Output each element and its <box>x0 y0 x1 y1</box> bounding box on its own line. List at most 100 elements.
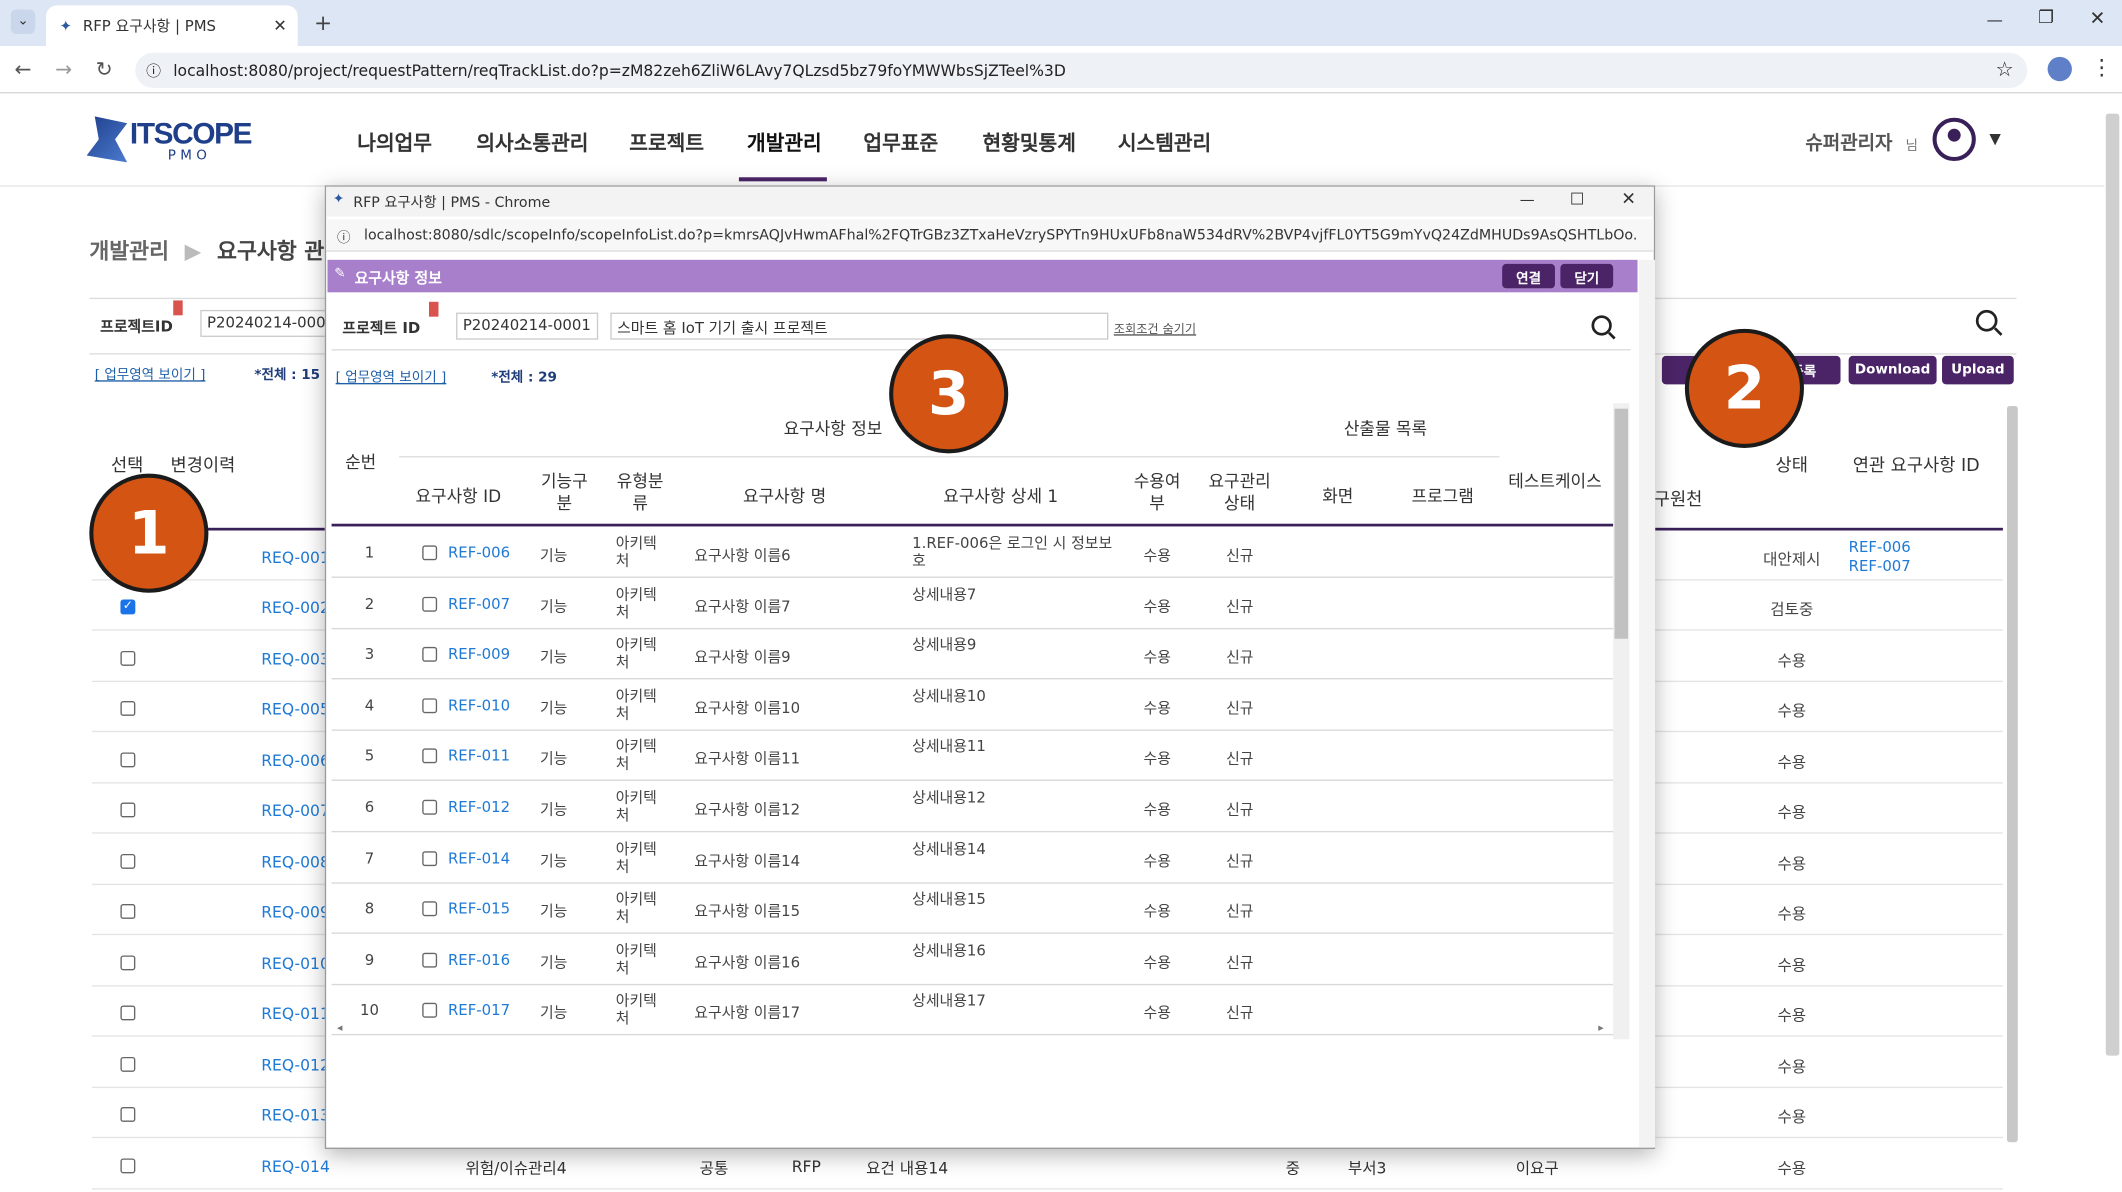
page-scrollbar[interactable] <box>2105 113 2120 1056</box>
project-id-field[interactable]: P20240214-0001 <box>200 309 336 337</box>
popup-row-id-link[interactable]: REF-014 <box>448 849 529 867</box>
popup-row-type: 아키텍처 <box>615 534 657 570</box>
popup-hscroll-left-icon[interactable]: ◂ <box>337 1022 342 1034</box>
row-checkbox[interactable] <box>120 752 136 768</box>
minimize-icon[interactable]: — <box>1987 11 2003 30</box>
popup-row-id-link[interactable]: REF-006 <box>448 544 529 562</box>
col-header-id: 요구사항 ID <box>415 485 502 507</box>
profile-icon[interactable] <box>2047 56 2072 82</box>
popup-row-checkbox[interactable] <box>422 850 438 866</box>
menu-development[interactable]: 개발관리 <box>747 129 822 157</box>
tab-list-chevron-icon[interactable]: ⌄ <box>10 9 36 34</box>
popup-row-checkbox[interactable] <box>422 799 438 815</box>
browser-menu-icon[interactable]: ⋮ <box>2091 54 2113 80</box>
bookmark-star-icon[interactable]: ☆ <box>1996 57 2014 81</box>
popup-row-checkbox[interactable] <box>422 698 438 713</box>
menu-standards[interactable]: 업무표준 <box>863 129 938 157</box>
popup-row-id-link[interactable]: REF-007 <box>448 595 529 613</box>
back-icon[interactable]: ← <box>8 57 38 81</box>
row-checkbox[interactable]: ✓ <box>120 599 136 615</box>
restore-icon[interactable]: ❐ <box>2038 8 2054 28</box>
requirement-id-link[interactable]: REQ-009 <box>261 903 330 922</box>
row-checkbox[interactable] <box>120 802 136 818</box>
popup-row-id-link[interactable]: REF-017 <box>448 1002 529 1020</box>
requirement-id-link[interactable]: REQ-010 <box>261 954 330 973</box>
menu-system[interactable]: 시스템관리 <box>1118 129 1211 157</box>
popup-close-icon[interactable]: ✕ <box>1621 189 1636 209</box>
popup-outer-scrollbar[interactable] <box>1638 259 1656 1148</box>
popup-row-id-link[interactable]: REF-010 <box>448 697 529 715</box>
requirement-id-link[interactable]: REQ-008 <box>261 853 330 872</box>
requirement-id-link[interactable]: REQ-001 <box>261 548 330 567</box>
requirement-id-link[interactable]: REQ-013 <box>261 1106 330 1125</box>
address-bar[interactable]: ⓘ localhost:8080/project/requestPattern/… <box>135 52 2028 88</box>
upload-button[interactable]: Upload <box>1942 355 2014 385</box>
toggle-area-link[interactable]: [ 업무영역 보이기 ] <box>95 363 206 383</box>
requirement-id-link[interactable]: REQ-012 <box>261 1056 330 1075</box>
requirement-id-link[interactable]: REQ-011 <box>261 1004 330 1023</box>
table-right-scrollbar[interactable] <box>2006 405 2018 1143</box>
popup-row-checkbox[interactable] <box>422 545 438 561</box>
row-checkbox[interactable] <box>120 904 136 919</box>
popup-row-func: 기능 <box>539 546 568 565</box>
close-button[interactable]: 닫기 <box>1560 263 1614 289</box>
requirement-id-link[interactable]: REQ-014 <box>261 1157 330 1176</box>
related-requirement-link[interactable]: REF-007 <box>1849 558 1911 576</box>
popup-row-checkbox[interactable] <box>422 748 438 764</box>
related-requirement-link[interactable]: REF-006 <box>1849 539 1911 557</box>
popup-table-scrollbar-thumb[interactable] <box>1614 408 1629 639</box>
popup-row-id-link[interactable]: REF-012 <box>448 798 529 816</box>
popup-project-name-field[interactable]: 스마트 홈 IoT 기기 출시 프로젝트 <box>610 312 1109 340</box>
requirement-id-link[interactable]: REQ-003 <box>261 650 330 669</box>
avatar-icon[interactable] <box>1932 117 1976 162</box>
popup-row-id-link[interactable]: REF-011 <box>448 748 529 766</box>
popup-row-checkbox[interactable] <box>422 647 438 663</box>
popup-row-id-link[interactable]: REF-009 <box>448 646 529 664</box>
popup-hscroll-right-icon[interactable]: ▸ <box>1598 1022 1603 1034</box>
popup-row-checkbox[interactable] <box>422 596 438 612</box>
popup-row-id-link[interactable]: REF-015 <box>448 900 529 918</box>
popup-row-checkbox[interactable] <box>422 1003 438 1019</box>
site-info-icon[interactable]: ⓘ <box>146 60 161 82</box>
popup-row-checkbox[interactable] <box>422 901 438 917</box>
forward-icon[interactable]: → <box>49 57 79 81</box>
popup-row-checkbox[interactable] <box>422 952 438 968</box>
user-dropdown-icon[interactable]: ▼ <box>1989 130 2000 148</box>
popup-project-id-field[interactable]: P20240214-0001 <box>456 312 599 340</box>
popup-minimize-icon[interactable]: — <box>1520 191 1535 209</box>
download-button[interactable]: Download <box>1848 355 1937 385</box>
popup-row-id-link[interactable]: REF-016 <box>448 951 529 969</box>
requirement-id-link[interactable]: REQ-002 <box>261 598 330 617</box>
tab-close-icon[interactable]: ✕ <box>273 16 287 35</box>
popup-row-func: 기능 <box>539 648 568 667</box>
popup-site-info-icon[interactable]: ⓘ <box>337 226 351 246</box>
new-tab-icon[interactable]: + <box>314 9 332 35</box>
logo[interactable]: ITSCOPE P M O <box>86 114 252 171</box>
row-checkbox[interactable] <box>120 1056 136 1072</box>
menu-communication[interactable]: 의사소통관리 <box>476 129 588 157</box>
requirement-id-link[interactable]: REQ-007 <box>261 801 330 820</box>
browser-tab[interactable]: ✦ RFP 요구사항 | PMS ✕ <box>46 5 298 47</box>
row-checkbox[interactable] <box>120 955 136 971</box>
window-close-icon[interactable]: ✕ <box>2090 8 2106 30</box>
row-checkbox[interactable] <box>120 1158 136 1174</box>
requirement-id-link[interactable]: REQ-006 <box>261 751 330 770</box>
row-checkbox[interactable] <box>120 650 136 666</box>
menu-project[interactable]: 프로젝트 <box>629 129 704 157</box>
menu-my-work[interactable]: 나의업무 <box>357 129 432 157</box>
popup-address-bar[interactable]: ⓘ localhost:8080/sdlc/scopeInfo/scopeInf… <box>326 219 1654 252</box>
popup-toggle-area-link[interactable]: [ 업무영역 보이기 ] <box>336 365 447 386</box>
row-checkbox[interactable] <box>120 853 136 869</box>
breadcrumb-item[interactable]: 개발관리 <box>89 238 169 264</box>
popup-maximize-icon[interactable]: ☐ <box>1570 189 1585 208</box>
col-header-screen: 화면 <box>1322 485 1354 507</box>
reload-icon[interactable]: ↻ <box>89 57 119 81</box>
row-checkbox[interactable] <box>120 1005 136 1021</box>
popup-row-name: 요구사항 이름7 <box>694 597 791 616</box>
row-checkbox[interactable] <box>120 701 136 716</box>
hide-search-link[interactable]: 조회조건 숨기기 <box>1114 319 1196 337</box>
connect-button[interactable]: 연결 <box>1502 263 1555 289</box>
requirement-id-link[interactable]: REQ-005 <box>261 700 330 719</box>
row-checkbox[interactable] <box>120 1107 136 1122</box>
menu-statistics[interactable]: 현황및통계 <box>983 129 1076 157</box>
